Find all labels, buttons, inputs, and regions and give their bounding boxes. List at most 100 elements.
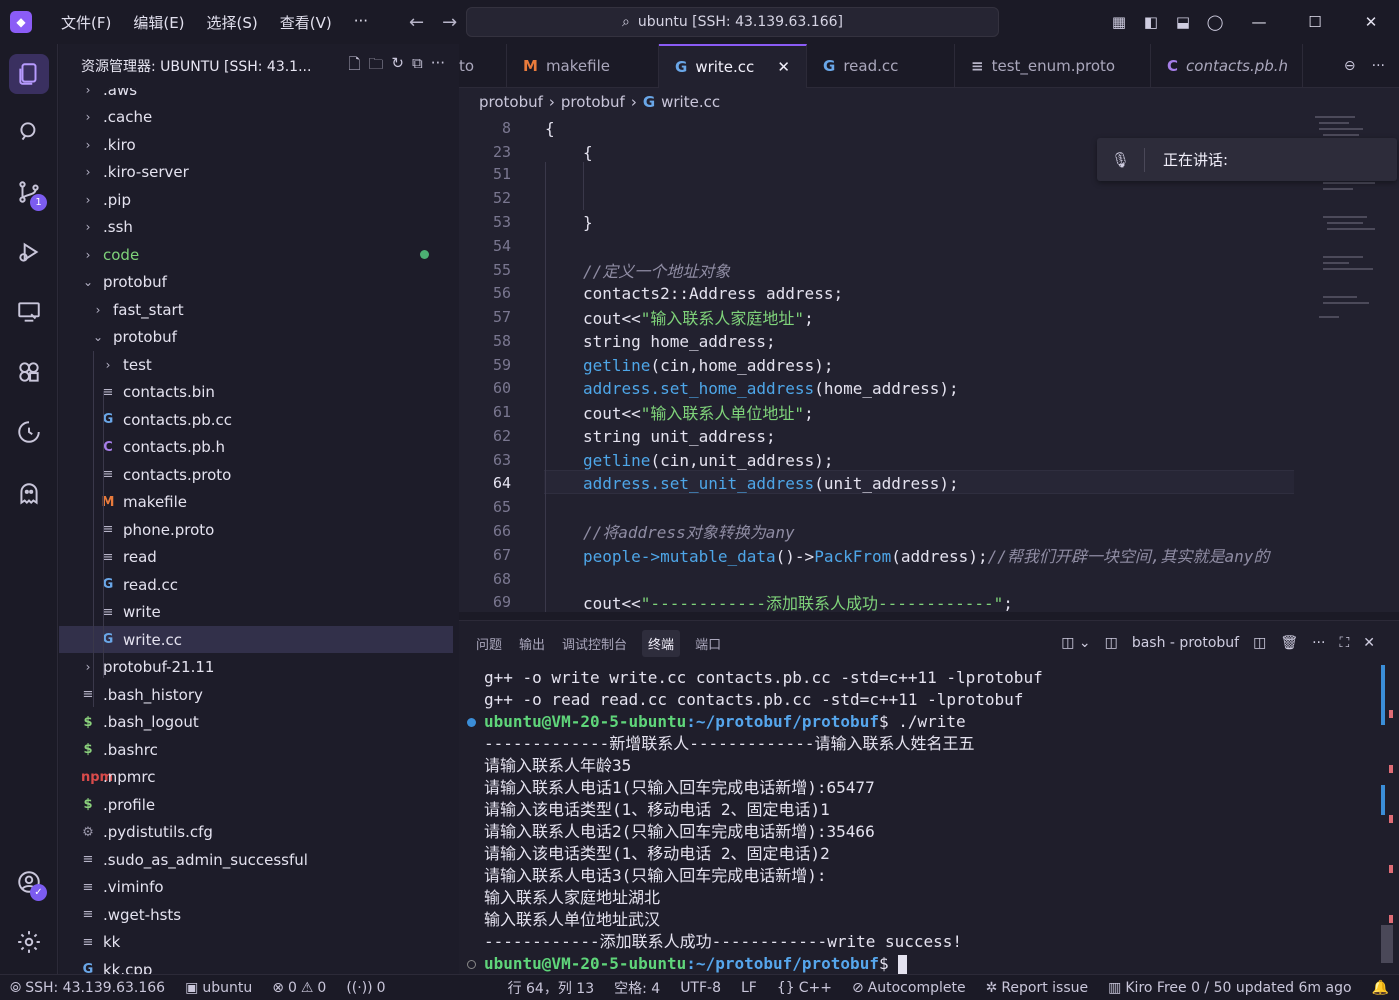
panel-tab[interactable]: 端口 [693,630,723,657]
file-item[interactable]: ≡ .bash_history [59,681,453,708]
editor-tab[interactable]: Ccontacts.pb.h [1151,44,1303,88]
editor-tab[interactable]: to [459,44,507,88]
refresh-icon[interactable]: ↻ [391,54,404,79]
forward-arrow-icon[interactable]: → [442,12,457,33]
split-terminal-icon[interactable]: ◫ ⌄ [1061,635,1090,651]
folder-item[interactable]: › .ssh [59,214,453,241]
folder-item[interactable]: › fast_start [59,296,453,323]
breadcrumb-item[interactable]: write.cc [661,93,720,111]
folder-item[interactable]: ⌄ protobuf [59,269,453,296]
folder-item[interactable]: › .cache [59,104,453,131]
remote-explorer-icon[interactable] [9,292,49,332]
collapse-all-icon[interactable]: ⧉ [412,54,423,79]
line-ending[interactable]: LF [731,980,767,996]
breadcrumb-item[interactable]: protobuf [561,93,625,111]
file-item[interactable]: ≡ phone.proto [59,516,453,543]
new-file-icon[interactable]: 🗋 [348,54,360,79]
panel-tab[interactable]: 终端 [642,629,681,657]
panel-tab[interactable]: 调试控制台 [560,630,629,657]
file-item[interactable]: ≡ .sudo_as_admin_successful [59,846,453,873]
toggle-sidebar-icon[interactable]: ◧ [1135,13,1167,31]
branch-indicator[interactable]: ▣ ubuntu [175,980,262,996]
account-icon[interactable]: ✓ [9,862,49,902]
file-item[interactable]: Gread.cc [59,571,453,598]
extensions-icon[interactable] [9,352,49,392]
file-item[interactable]: Gwrite.cc [59,626,453,653]
file-item[interactable]: ≡ kk [59,929,453,956]
minimap[interactable] [1315,116,1385,612]
encoding[interactable]: UTF-8 [670,980,731,996]
terminal-scrollbar[interactable] [1381,665,1393,965]
file-item[interactable]: ≡ .viminfo [59,874,453,901]
folder-item[interactable]: › .kiro-server [59,159,453,186]
file-item[interactable]: $ .bash_logout [59,709,453,736]
split-editor-icon[interactable]: ⊖ [1344,58,1356,74]
ports-indicator[interactable]: ((·)) 0 [336,980,395,996]
back-arrow-icon[interactable]: ← [409,12,424,33]
run-debug-icon[interactable] [9,232,49,272]
menu-item[interactable]: 查看(V) [269,12,343,33]
source-control-icon[interactable]: 1 [9,172,49,212]
settings-gear-icon[interactable] [9,922,49,962]
file-item[interactable]: Gkk.cpp [59,956,453,975]
close-panel-icon[interactable]: ✕ [1363,635,1375,651]
maximize-panel-icon[interactable]: ⛶ [1339,635,1349,651]
breadcrumb-item[interactable]: protobuf [479,93,543,111]
menu-item[interactable]: 编辑(E) [122,12,195,33]
command-status-dot-icon[interactable] [467,960,476,969]
file-item[interactable]: ≡ .wget-hsts [59,901,453,928]
terminal-output[interactable]: g++ -o write write.cc contacts.pb.cc -st… [467,667,1364,975]
panel-tab[interactable]: 问题 [474,630,504,657]
file-item[interactable]: Ccontacts.pb.h [59,434,453,461]
file-item[interactable]: $ .profile [59,791,453,818]
editor-tab[interactable]: Gwrite.cc ✕ [659,44,807,88]
file-item[interactable]: ≡ contacts.bin [59,379,453,406]
file-item[interactable]: ⚙ .pydistutils.cfg [59,819,453,846]
folder-item[interactable]: ⌄ protobuf [59,324,453,351]
folder-item[interactable]: › protobuf-21.11 [59,654,453,681]
file-item[interactable]: Mmakefile [59,489,453,516]
indentation[interactable]: 空格: 4 [604,978,670,998]
editor-tab[interactable]: Mmakefile [507,44,659,88]
close-tab-icon[interactable]: ✕ [777,58,790,76]
explorer-icon[interactable] [9,54,49,94]
file-item[interactable]: ≡ read [59,544,453,571]
customize-layout-icon[interactable]: ▦ [1103,13,1135,31]
cursor-position[interactable]: 行 64，列 13 [498,978,605,998]
search-icon[interactable] [9,112,49,152]
folder-item[interactable]: › .kiro [59,131,453,158]
maximize-button[interactable]: ☐ [1287,13,1343,31]
report-issue[interactable]: ✲ Report issue [976,980,1099,996]
close-window-button[interactable]: ✕ [1343,13,1399,31]
editor-tab[interactable]: ≡ test_enum.proto [955,44,1151,88]
command-status-dot-icon[interactable] [467,718,476,727]
kiro-agent-icon[interactable] [9,412,49,452]
panel-tab[interactable]: 输出 [517,630,547,657]
command-center[interactable]: ⌕ ubuntu [SSH: 43.139.63.166] [466,7,999,37]
new-folder-icon[interactable]: 🗀 [368,54,383,79]
folder-item[interactable]: › test [59,351,453,378]
folder-item[interactable]: › code [59,241,453,268]
menu-item[interactable]: 选择(S) [196,12,269,33]
more-actions-icon[interactable]: ··· [1312,635,1325,651]
problems-indicator[interactable]: ⊗ 0 ⚠ 0 [262,980,336,996]
file-item[interactable]: Gcontacts.pb.cc [59,406,453,433]
menu-item[interactable]: 文件(F) [50,12,122,33]
editor-tab[interactable]: Gread.cc [807,44,955,88]
more-actions-icon[interactable]: ··· [1372,58,1385,74]
autocomplete-status[interactable]: ⊘ Autocomplete [842,980,976,996]
file-item[interactable]: ≡ contacts.proto [59,461,453,488]
more-actions-icon[interactable]: ··· [431,54,445,79]
terminal-name[interactable]: bash - protobuf [1132,635,1239,651]
trash-icon[interactable]: 🗑 [1280,635,1298,651]
minimize-button[interactable]: — [1231,13,1287,31]
menu-item[interactable]: ··· [343,12,379,33]
folder-item[interactable]: › .aws [59,88,453,103]
kiro-ghost-icon[interactable] [9,474,49,514]
file-item[interactable]: $ .bashrc [59,736,453,763]
folder-item[interactable]: › .pip [59,186,453,213]
notifications-bell-icon[interactable]: 🔔 [1362,980,1399,996]
file-item[interactable]: npm .npmrc [59,764,453,791]
code-editor[interactable]: 8{23{51 52 53} 54 55//定义一个地址对象 56 contacts2::A… [459,116,1399,612]
language-mode[interactable]: {} C++ [767,980,842,996]
